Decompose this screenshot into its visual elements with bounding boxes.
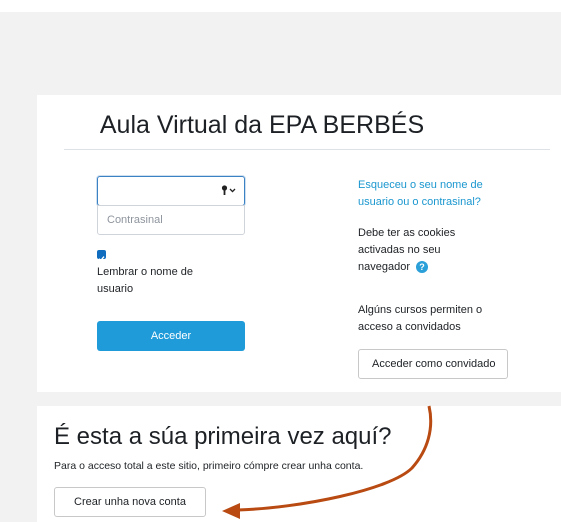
guest-login-button[interactable]: Acceder como convidado	[358, 349, 508, 379]
remember-username-label: Lembrar o nome de usuario	[97, 266, 193, 295]
cookies-notice: Debe ter as cookies activadas no seu nav…	[358, 227, 456, 274]
forgot-credentials-link[interactable]: Esqueceu o seu nome de usuario ou o cont…	[358, 177, 483, 211]
password-manager-key-icon[interactable]	[221, 185, 236, 196]
checkmark-icon	[98, 256, 105, 262]
divider	[64, 149, 550, 150]
signup-heading: É esta a súa primeira vez aquí?	[54, 423, 392, 450]
help-icon[interactable]: ?	[416, 261, 428, 274]
username-input[interactable]	[97, 176, 245, 206]
login-button[interactable]: Acceder	[97, 321, 245, 351]
password-input[interactable]: Contrasinal	[97, 205, 245, 235]
create-account-button[interactable]: Crear unha nova conta	[54, 487, 206, 517]
signup-text: Para o acceso total a este sitio, primei…	[54, 460, 364, 472]
remember-username-checkbox[interactable]	[97, 250, 106, 262]
password-placeholder: Contrasinal	[107, 214, 163, 226]
page-title: Aula Virtual da EPA BERBÉS	[99, 111, 425, 139]
guest-access-notice: Algúns cursos permiten o acceso a convid…	[358, 304, 483, 333]
